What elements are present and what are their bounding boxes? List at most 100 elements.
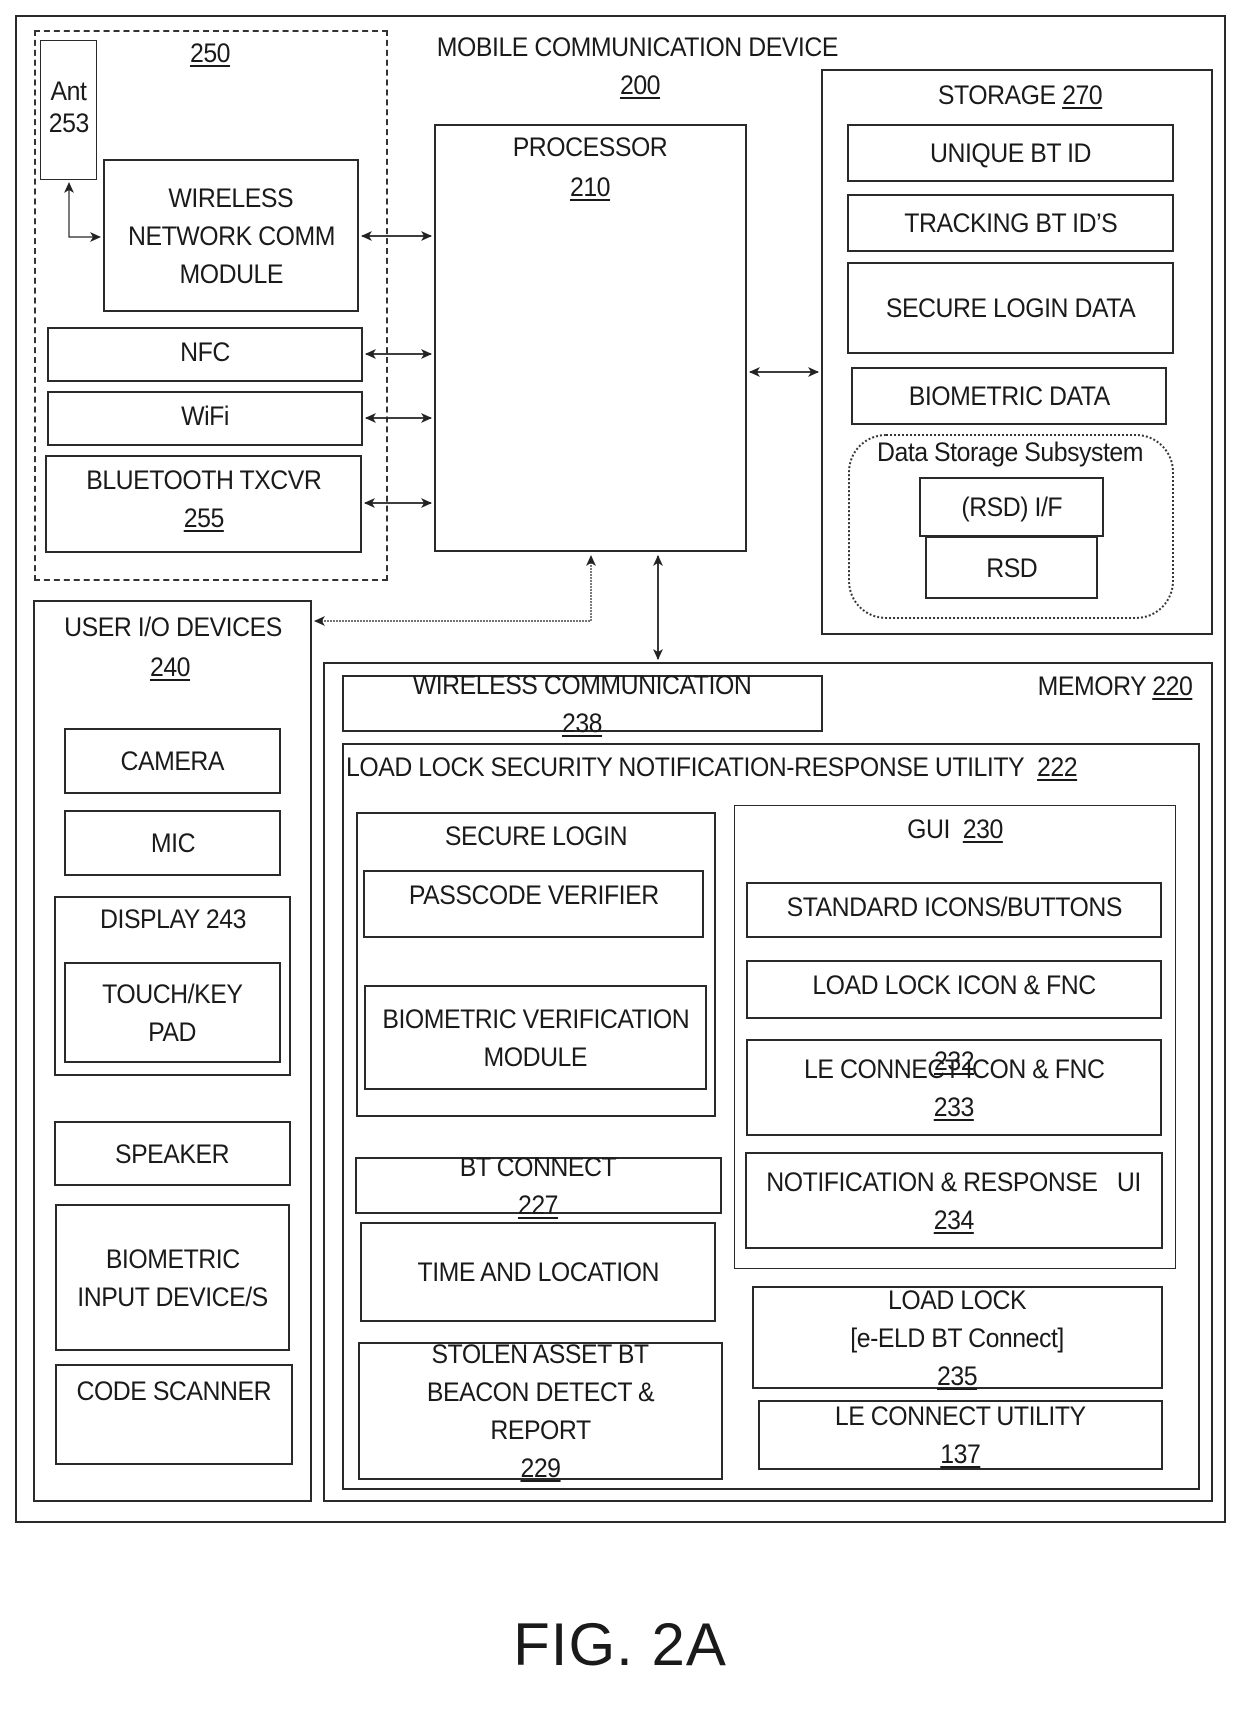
biometric-input-box: BIOMETRIC INPUT DEVICE/S: [55, 1204, 290, 1351]
stolen-asset-line-1: STOLEN ASSET BT: [431, 1339, 650, 1369]
nfc-box: NFC: [47, 327, 363, 382]
touch-keypad-box: TOUCH/KEY PAD: [64, 962, 281, 1063]
rsd-interface-label: (RSD) I/F: [961, 492, 1062, 522]
le-connect-utility-ref: 137: [940, 1439, 981, 1469]
wireless-network-comm-module: WIRELESS NETWORK COMM MODULE: [103, 159, 359, 312]
utility-title: LOAD LOCK SECURITY NOTIFICATION-RESPONSE…: [346, 748, 1082, 786]
secure-login-label: SECURE LOGIN: [444, 821, 628, 851]
utility-ref: 222: [1037, 752, 1078, 782]
stolen-asset-ref: 229: [520, 1453, 561, 1483]
le-connect-icon-fnc-box: LE CONNECT ICON & FNC 233: [746, 1039, 1162, 1136]
camera-box: CAMERA: [64, 728, 281, 794]
mic-label: MIC: [150, 828, 195, 858]
bt-connect-box: BT CONNECT 227: [355, 1152, 722, 1220]
speaker-label: SPEAKER: [115, 1138, 230, 1169]
standard-icons-buttons-box: STANDARD ICONS/BUTTONS: [746, 882, 1162, 938]
touch-keypad-line-1: TOUCH/KEY: [102, 978, 243, 1009]
time-and-location-box: TIME AND LOCATION: [360, 1222, 716, 1322]
user-io-label: USER I/O DEVICES: [64, 612, 282, 642]
wifi-label: WiFi: [181, 401, 229, 431]
le-connect-utility-label: LE CONNECT UTILITY: [835, 1401, 1086, 1431]
utility-label: LOAD LOCK SECURITY NOTIFICATION-RESPONSE…: [346, 752, 1025, 782]
wireless-communication-title: WIRELESS COMMUNICATION 238: [413, 666, 752, 742]
wireless-communication-ref: 238: [562, 707, 603, 738]
storage-item-label: BIOMETRIC DATA: [908, 381, 1110, 411]
storage-item-unique-bt-id: UNIQUE BT ID: [847, 124, 1174, 182]
display-label: DISPLAY: [100, 904, 200, 934]
stolen-asset-line-2: BEACON DETECT &: [426, 1377, 655, 1407]
le-connect-utility-box: LE CONNECT UTILITY 137: [758, 1400, 1163, 1470]
processor-ref: 210: [569, 172, 611, 202]
bluetooth-label: BLUETOOTH TXCVR: [85, 465, 322, 495]
gui-ref: 230: [962, 814, 1004, 844]
standard-icons-buttons-label: STANDARD ICONS/BUTTONS: [786, 892, 1122, 922]
stolen-asset-line-3: REPORT 229: [490, 1411, 591, 1487]
stolen-asset-report: REPORT: [490, 1415, 591, 1445]
device-title: MOBILE COMMUNICATION DEVICE: [436, 32, 839, 62]
code-scanner-box: CODE SCANNER: [55, 1364, 293, 1465]
storage-item-label: UNIQUE BT ID: [929, 138, 1092, 168]
biometric-input-line-1: BIOMETRIC: [105, 1243, 240, 1274]
device-ref: 200: [619, 70, 661, 100]
antenna-label: Ant: [50, 76, 87, 106]
speaker-box: SPEAKER: [54, 1121, 291, 1186]
bluetooth-ref: 255: [183, 503, 224, 533]
wireless-group-ref: 250: [189, 38, 231, 68]
figure-label: FIG. 2A: [513, 1611, 727, 1678]
bt-connect-title: BT CONNECT 227: [460, 1148, 617, 1224]
rsd-box: RSD: [925, 536, 1098, 599]
wireless-communication-label: WIRELESS COMMUNICATION: [413, 669, 752, 700]
bluetooth-txcvr-box: BLUETOOTH TXCVR 255: [45, 455, 362, 553]
rsd-label: RSD: [985, 552, 1038, 583]
touch-keypad-line-2: PAD: [148, 1016, 197, 1047]
memory-ref: 220: [1152, 671, 1193, 701]
mic-box: MIC: [64, 810, 281, 876]
le-connect-icon-fnc-ref: 233: [933, 1091, 975, 1122]
le-connect-utility-title: LE CONNECT UTILITY 137: [835, 1397, 1086, 1473]
notification-response-ui-ref: 234: [933, 1204, 975, 1235]
storage-item-label: TRACKING BT ID’S: [903, 208, 1118, 238]
load-lock-line-1: LOAD LOCK: [888, 1284, 1027, 1315]
module-line-3: MODULE: [179, 258, 283, 289]
storage-item-tracking-bt-ids: TRACKING BT ID’S: [847, 194, 1174, 252]
bt-connect-ref: 227: [518, 1189, 559, 1220]
processor-label: PROCESSOR: [512, 132, 668, 162]
biometric-verification-line-2: MODULE: [483, 1041, 588, 1072]
storage-item-label: SECURE LOGIN DATA: [885, 293, 1136, 323]
stolen-asset-box: STOLEN ASSET BT BEACON DETECT & REPORT 2…: [358, 1339, 723, 1483]
antenna-ref: 253: [48, 108, 89, 138]
data-storage-subsystem-label: Data Storage Subsystem: [876, 437, 1144, 467]
biometric-verification-line-1: BIOMETRIC VERIFICATION: [382, 1003, 689, 1034]
storage-item-biometric-data: BIOMETRIC DATA: [851, 367, 1167, 425]
wifi-box: WiFi: [47, 391, 363, 446]
gui-label: GUI: [907, 814, 950, 844]
user-io-ref: 240: [149, 652, 191, 682]
time-and-location-label: TIME AND LOCATION: [417, 1257, 659, 1287]
wireless-communication-box: WIRELESS COMMUNICATION 238: [342, 670, 823, 738]
passcode-verifier-label: PASSCODE VERIFIER: [408, 880, 659, 910]
biometric-verification-box: BIOMETRIC VERIFICATION MODULE: [364, 985, 707, 1090]
antenna-box: Ant 253: [40, 40, 97, 180]
notification-response-ui-label: NOTIFICATION & RESPONSE UI: [766, 1166, 1142, 1197]
storage-title: STORAGE 270: [891, 76, 1149, 114]
storage-item-secure-login-data: SECURE LOGIN DATA: [847, 262, 1174, 354]
load-lock-icon-fnc-label: LOAD LOCK ICON & FNC: [812, 970, 1096, 1000]
le-connect-icon-fnc-label: LE CONNECT ICON & FNC: [803, 1053, 1105, 1084]
display-ref: 243: [205, 904, 247, 934]
load-lock-icon-fnc-box: LOAD LOCK ICON & FNC 232: [746, 960, 1162, 1076]
load-lock-eld-label: [e-ELD BT Connect]: [850, 1322, 1065, 1353]
load-lock-ref: 235: [937, 1360, 978, 1391]
biometric-input-line-2: INPUT DEVICE/S: [77, 1281, 268, 1312]
module-line-2: NETWORK COMM: [127, 220, 335, 251]
memory-label: MEMORY: [1037, 671, 1147, 701]
notification-response-ui-box: NOTIFICATION & RESPONSE UI 234: [745, 1152, 1163, 1249]
nfc-label: NFC: [180, 337, 230, 367]
load-lock-box: LOAD LOCK [e-ELD BT Connect] 235: [752, 1285, 1163, 1391]
load-lock-line-2: [e-ELD BT Connect] 235: [851, 1319, 1065, 1395]
bt-connect-label: BT CONNECT: [460, 1151, 617, 1182]
gui-title: GUI 230: [757, 810, 1153, 848]
storage-ref: 270: [1062, 80, 1103, 110]
rsd-interface-box: (RSD) I/F: [919, 477, 1104, 537]
passcode-verifier-box: PASSCODE VERIFIER: [363, 870, 704, 938]
code-scanner-label: CODE SCANNER: [76, 1376, 272, 1406]
